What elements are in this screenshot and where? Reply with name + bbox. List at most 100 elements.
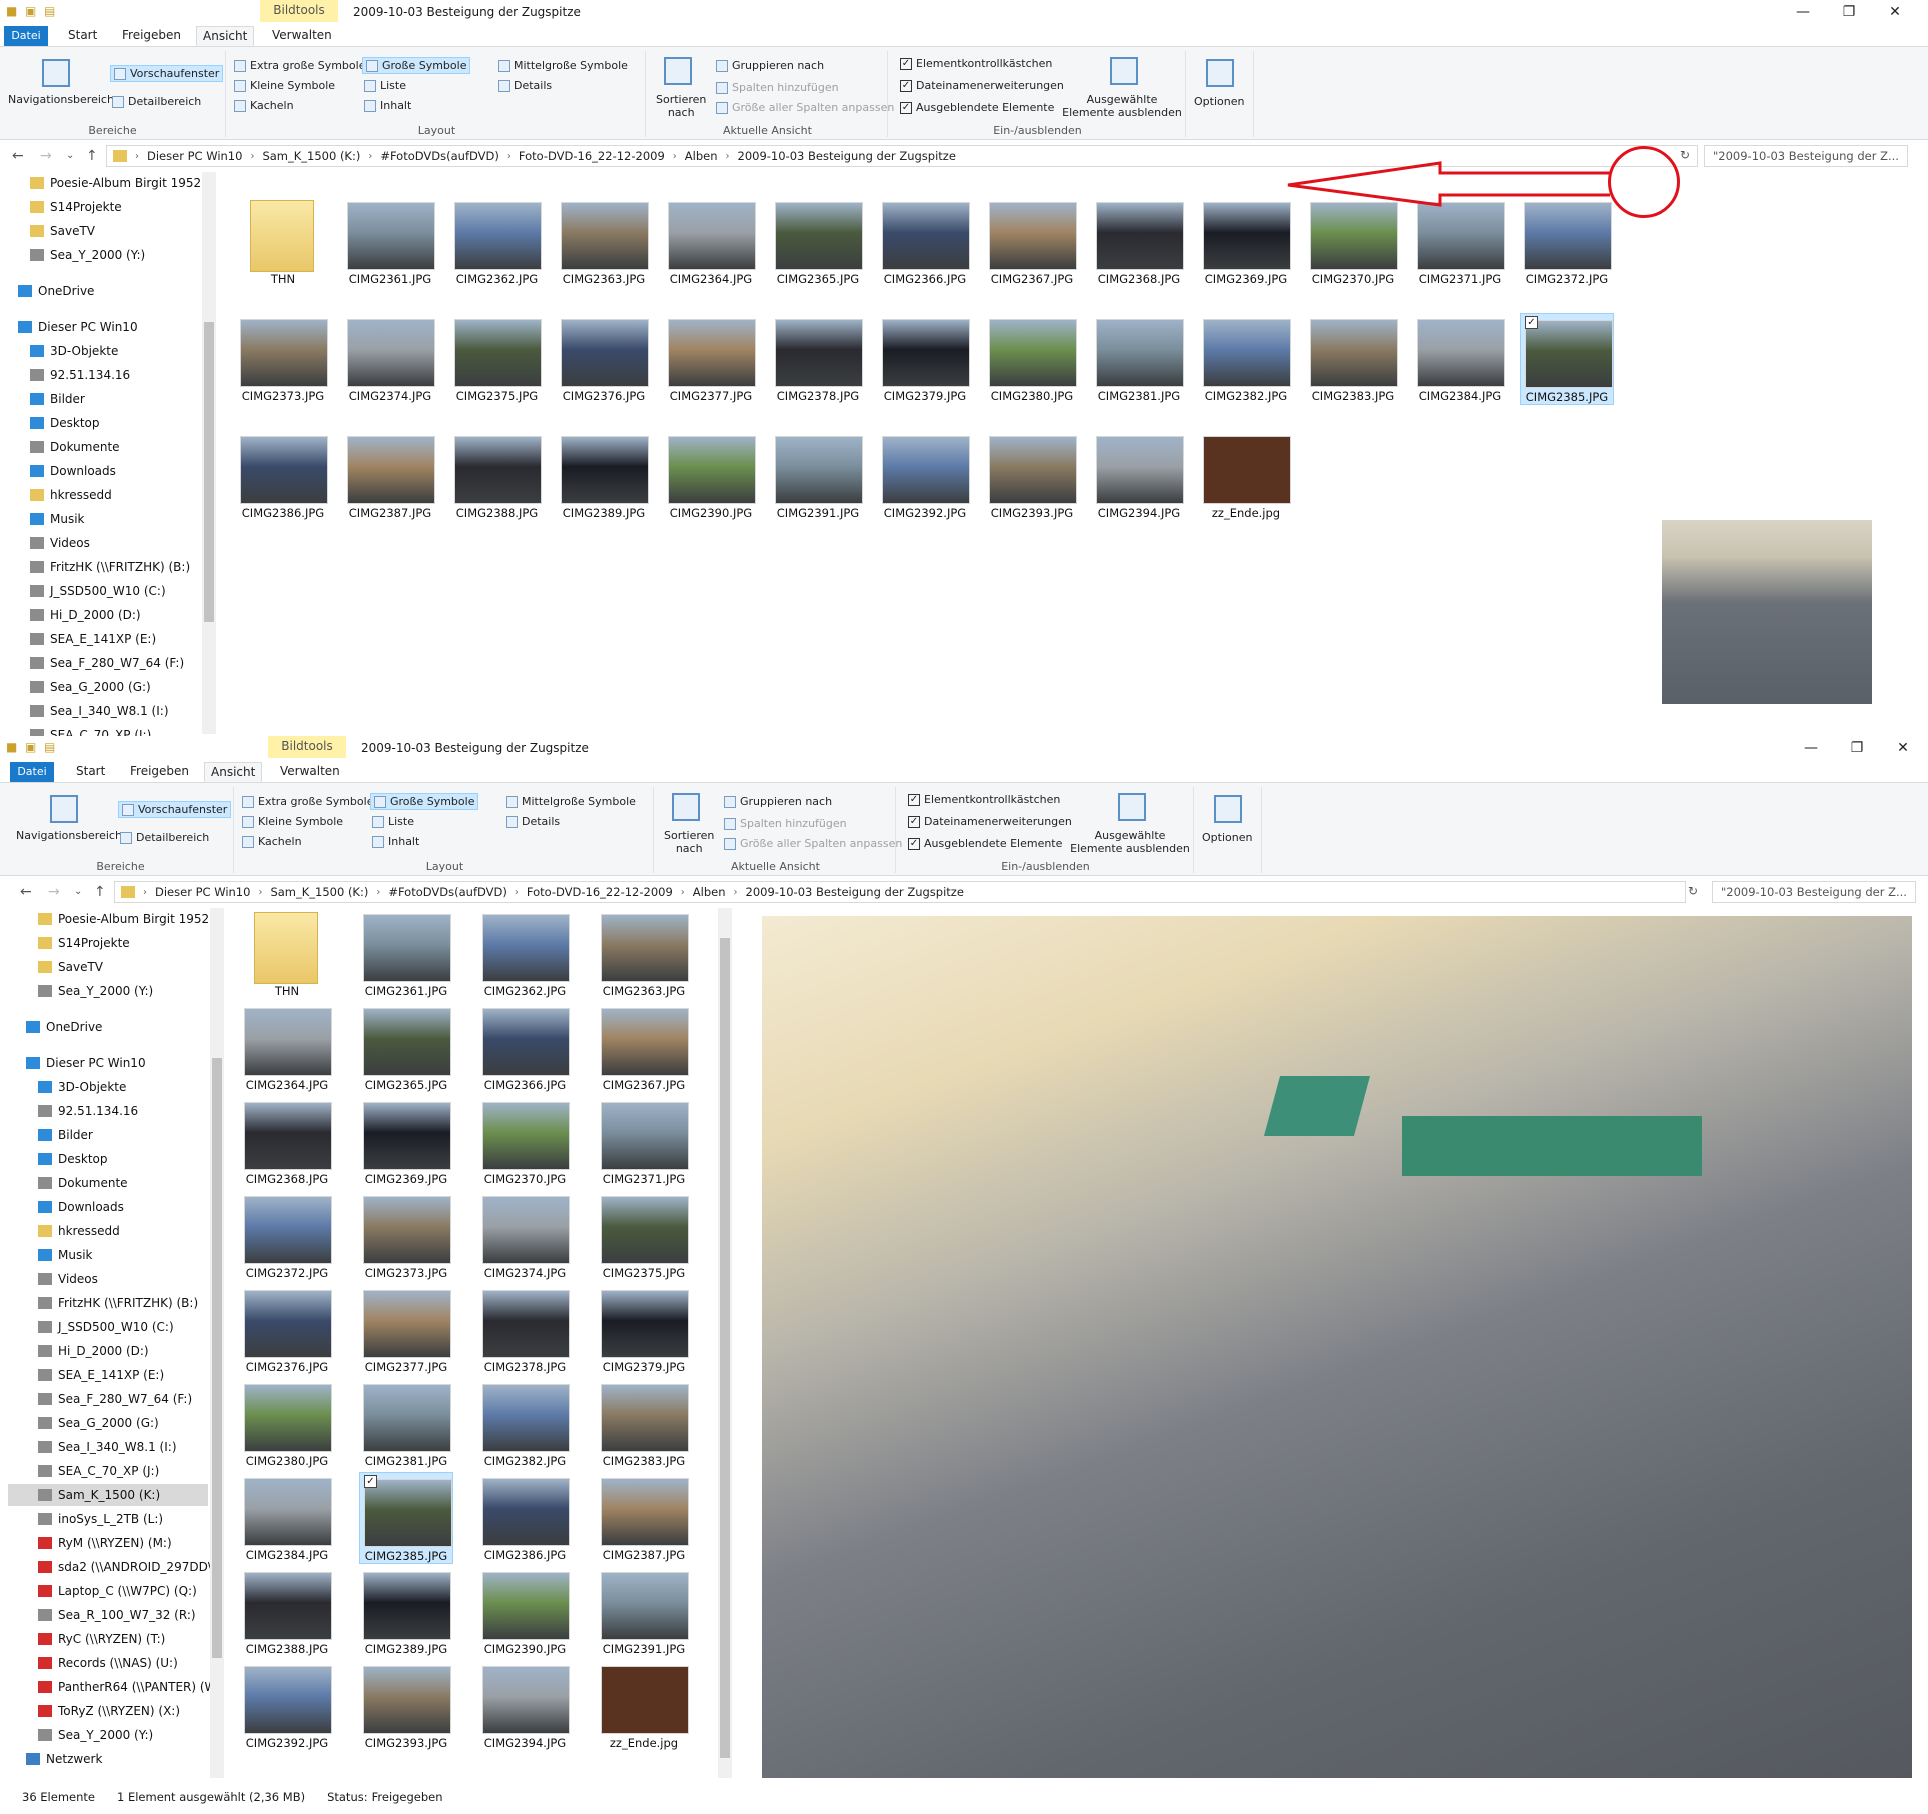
file-item[interactable]: zz_Ende.jpg — [597, 1660, 691, 1752]
file-item[interactable]: CIMG2361.JPG — [343, 196, 437, 288]
minimize-button[interactable]: — — [1788, 738, 1834, 758]
navigation-pane-button[interactable]: Navigationsbereich — [16, 829, 122, 842]
file-item[interactable]: CIMG2390.JPG — [664, 430, 758, 522]
file-item[interactable]: CIMG2380.JPG — [985, 313, 1079, 405]
nav-scrollbar[interactable] — [202, 172, 216, 734]
nav-item[interactable]: RyC (\\RYZEN) (T:) — [8, 1628, 165, 1650]
file-item[interactable]: CIMG2365.JPG — [771, 196, 865, 288]
up-icon[interactable]: ↑ — [94, 884, 106, 900]
context-tab-bildtools[interactable]: Bildtools — [260, 0, 338, 22]
details-pane-button[interactable]: Detailbereich — [120, 831, 209, 844]
file-item[interactable]: CIMG2369.JPG — [359, 1096, 453, 1188]
file-item[interactable]: CIMG2388.JPG — [240, 1566, 334, 1658]
breadcrumb-item[interactable]: Alben — [679, 149, 724, 163]
nav-item[interactable]: Dieser PC Win10 — [8, 1052, 146, 1074]
nav-item[interactable]: SEA_E_141XP (E:) — [8, 1364, 164, 1386]
file-item[interactable]: CIMG2373.JPG — [236, 313, 330, 405]
tab-file[interactable]: Datei — [4, 26, 48, 46]
tab-start[interactable]: Start — [70, 762, 111, 780]
extensions-toggle[interactable]: ✓ Dateinamenerweiterungen — [900, 79, 1064, 92]
nav-item[interactable]: 3D-Objekte — [0, 340, 118, 362]
options-button[interactable]: Optionen — [1194, 95, 1244, 108]
file-item[interactable]: CIMG2388.JPG — [450, 430, 544, 522]
scrollbar-thumb[interactable] — [204, 322, 214, 622]
file-item[interactable]: CIMG2392.JPG — [878, 430, 972, 522]
file-item[interactable]: CIMG2370.JPG — [478, 1096, 572, 1188]
hidden-items-toggle[interactable]: ✓ Ausgeblendete Elemente — [908, 837, 1062, 850]
file-item[interactable]: CIMG2382.JPG — [1199, 313, 1293, 405]
hide-selected-button[interactable]: Ausgewählte Elemente ausblenden — [1060, 93, 1184, 119]
file-item[interactable]: CIMG2374.JPG — [478, 1190, 572, 1282]
file-item[interactable]: CIMG2383.JPG — [1306, 313, 1400, 405]
layout-details[interactable]: Details — [506, 815, 560, 828]
new-folder-icon[interactable]: ▤ — [44, 3, 58, 19]
nav-item[interactable]: Poesie-Album Birgit 1952 — [8, 908, 209, 930]
nav-item[interactable]: Dokumente — [8, 1172, 128, 1194]
extensions-toggle[interactable]: ✓ Dateinamenerweiterungen — [908, 815, 1072, 828]
breadcrumb-item[interactable]: #FotoDVDs(aufDVD) — [374, 149, 505, 163]
search-input[interactable]: "2009-10-03 Besteigung der Z... — [1712, 881, 1916, 903]
breadcrumb-item[interactable]: Foto-DVD-16_22-12-2009 — [513, 149, 671, 163]
nav-item[interactable]: Sea_Y_2000 (Y:) — [8, 980, 153, 1002]
nav-item[interactable]: PantherR64 (\\PANTER) (W: — [8, 1676, 218, 1698]
navigation-pane-button[interactable]: Navigationsbereich — [8, 93, 114, 106]
nav-item[interactable]: Dieser PC Win10 — [0, 316, 138, 338]
nav-item[interactable]: Netzwerk — [8, 1748, 102, 1770]
layout-small-icons[interactable]: Kleine Symbole — [234, 79, 335, 92]
file-item[interactable]: CIMG2382.JPG — [478, 1378, 572, 1470]
minimize-button[interactable]: — — [1780, 2, 1826, 22]
file-item[interactable]: CIMG2383.JPG — [597, 1378, 691, 1470]
file-item[interactable]: CIMG2379.JPG — [878, 313, 972, 405]
file-item[interactable]: ✓ CIMG2385.JPG — [1520, 313, 1614, 405]
file-item[interactable]: CIMG2384.JPG — [1413, 313, 1507, 405]
nav-item[interactable]: Records (\\NAS) (U:) — [8, 1652, 178, 1674]
nav-item[interactable]: Poesie-Album Birgit 1952 — [0, 172, 201, 194]
options-button[interactable]: Optionen — [1202, 831, 1252, 844]
forward-icon[interactable]: → — [48, 884, 60, 900]
file-item[interactable]: CIMG2393.JPG — [359, 1660, 453, 1752]
file-item[interactable]: CIMG2387.JPG — [597, 1472, 691, 1564]
nav-item[interactable]: ToRyZ (\\RYZEN) (X:) — [8, 1700, 180, 1722]
breadcrumb-item[interactable]: Foto-DVD-16_22-12-2009 — [521, 885, 679, 899]
folder-icon[interactable]: ■ — [6, 739, 20, 755]
file-item[interactable]: CIMG2369.JPG — [1199, 196, 1293, 288]
nav-item[interactable]: Sea_F_280_W7_64 (F:) — [0, 652, 184, 674]
nav-item[interactable]: Hi_D_2000 (D:) — [0, 604, 141, 626]
folder-icon[interactable]: ■ — [6, 3, 20, 19]
nav-item[interactable]: hkressedd — [0, 484, 112, 506]
new-folder-icon[interactable]: ▤ — [44, 739, 58, 755]
file-item[interactable]: CIMG2387.JPG — [343, 430, 437, 522]
breadcrumb-item[interactable]: 2009-10-03 Besteigung der Zugspitze — [732, 149, 962, 163]
breadcrumb-item[interactable]: #FotoDVDs(aufDVD) — [382, 885, 513, 899]
nav-item[interactable]: Downloads — [0, 460, 116, 482]
recent-dropdown-icon[interactable]: ⌄ — [66, 150, 74, 161]
properties-icon[interactable]: ▣ — [25, 739, 39, 755]
nav-item[interactable]: Videos — [0, 532, 90, 554]
file-item[interactable]: CIMG2363.JPG — [557, 196, 651, 288]
tab-view[interactable]: Ansicht — [204, 762, 263, 782]
item-checkboxes-toggle[interactable]: ✓ Elementkontrollkästchen — [908, 793, 1060, 806]
nav-item[interactable]: FritzHK (\\FRITZHK) (B:) — [0, 556, 190, 578]
nav-item[interactable]: sda2 (\\ANDROID_297DD\s — [8, 1556, 218, 1578]
nav-item[interactable]: Laptop_C (\\W7PC) (Q:) — [8, 1580, 197, 1602]
file-item[interactable]: CIMG2367.JPG — [597, 1002, 691, 1094]
file-item[interactable]: CIMG2367.JPG — [985, 196, 1079, 288]
tab-view[interactable]: Ansicht — [196, 26, 255, 46]
tab-file[interactable]: Datei — [10, 762, 54, 782]
file-item[interactable]: CIMG2377.JPG — [664, 313, 758, 405]
file-item[interactable]: CIMG2389.JPG — [359, 1566, 453, 1658]
file-item[interactable]: CIMG2371.JPG — [597, 1096, 691, 1188]
nav-item[interactable]: J_SSD500_W10 (C:) — [8, 1316, 174, 1338]
file-item[interactable]: zz_Ende.jpg — [1199, 430, 1293, 522]
breadcrumb-item[interactable]: Dieser PC Win10 — [149, 885, 256, 899]
nav-item[interactable]: 92.51.134.16 — [0, 364, 130, 386]
file-item[interactable]: CIMG2368.JPG — [240, 1096, 334, 1188]
file-item[interactable]: CIMG2374.JPG — [343, 313, 437, 405]
back-icon[interactable]: ← — [12, 148, 24, 164]
up-icon[interactable]: ↑ — [86, 148, 98, 164]
file-item[interactable]: CIMG2362.JPG — [450, 196, 544, 288]
tab-manage[interactable]: Verwalten — [274, 762, 346, 780]
nav-item[interactable]: OneDrive — [8, 1016, 102, 1038]
layout-content[interactable]: Inhalt — [372, 835, 419, 848]
file-item[interactable]: CIMG2378.JPG — [478, 1284, 572, 1376]
